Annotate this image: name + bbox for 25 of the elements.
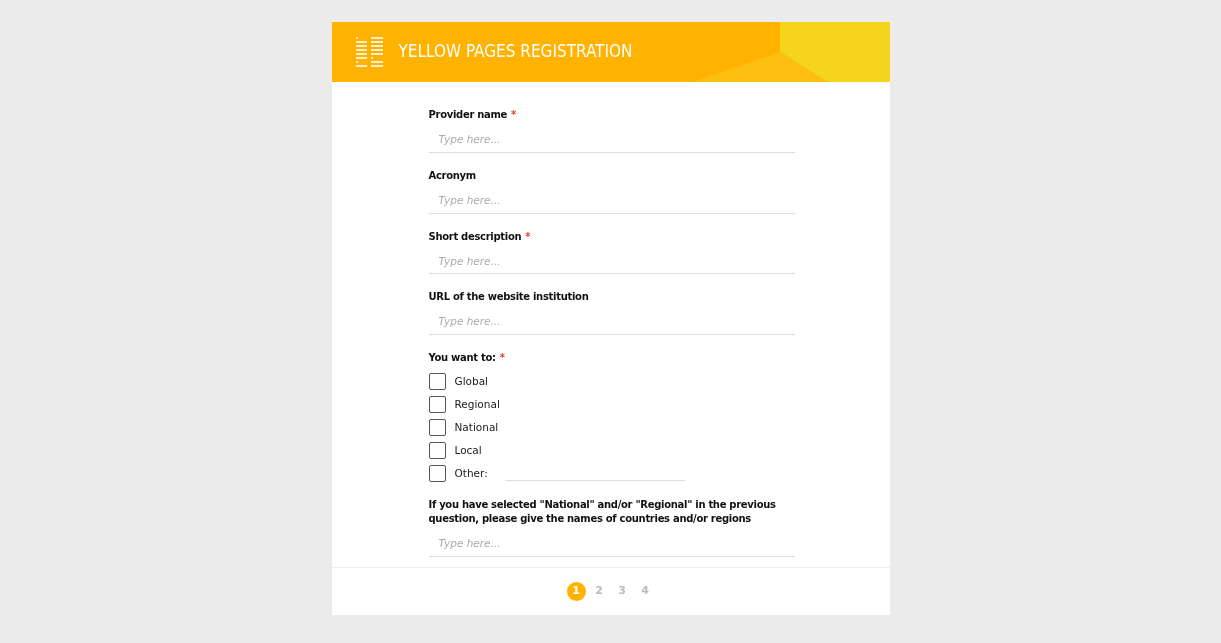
checkbox[interactable] bbox=[428, 396, 446, 413]
page-link[interactable]: 2 bbox=[589, 581, 609, 601]
checkbox[interactable] bbox=[428, 465, 446, 482]
list-icon bbox=[355, 37, 383, 67]
option-label: Local bbox=[454, 442, 482, 458]
option-label: National bbox=[454, 419, 499, 435]
option-label: Other: bbox=[454, 465, 488, 481]
checkbox[interactable] bbox=[428, 442, 446, 459]
field-label: You want to: bbox=[428, 351, 496, 365]
checkbox[interactable] bbox=[428, 373, 446, 390]
required-mark: * bbox=[511, 108, 517, 122]
page-link[interactable]: 3 bbox=[612, 581, 632, 601]
field-label: If you have selected "National" and/or "Regional" in the previous question, please give the names of countries and/or regions bbox=[428, 498, 777, 526]
field-label: Short description bbox=[428, 229, 522, 244]
page-link[interactable]: 1 bbox=[566, 581, 586, 601]
checkbox[interactable] bbox=[428, 419, 446, 436]
page-link[interactable]: 4 bbox=[635, 581, 655, 601]
required-mark: * bbox=[525, 229, 531, 244]
option-label: Global bbox=[454, 373, 488, 389]
required-mark: * bbox=[499, 351, 505, 365]
field-label: Provider name bbox=[428, 108, 508, 122]
field-label: Acronym bbox=[428, 168, 476, 183]
option-label: Regional bbox=[454, 396, 500, 412]
field-label: URL of the website institution bbox=[428, 290, 589, 305]
form-title: YELLOW PAGES REGISTRATION bbox=[398, 40, 633, 64]
